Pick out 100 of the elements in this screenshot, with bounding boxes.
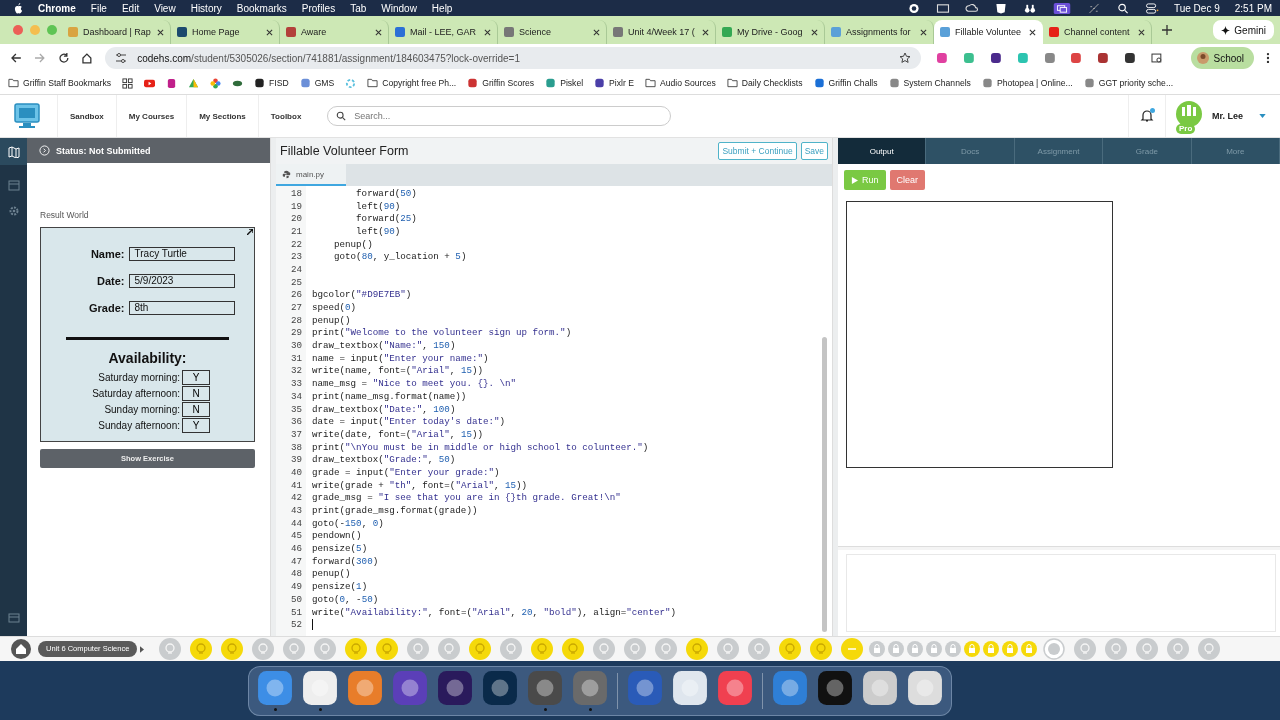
bookmark[interactable]: GMS <box>299 78 335 88</box>
browser-tab[interactable]: My Drive - Goog <box>716 20 825 44</box>
map-icon[interactable] <box>7 145 20 158</box>
menu-item[interactable]: Help <box>431 2 453 14</box>
nav-link[interactable]: Toolbox <box>257 95 314 137</box>
browser-tab[interactable]: Aware <box>280 20 389 44</box>
app-icon[interactable] <box>482 670 518 706</box>
address-field[interactable]: codehs.com/student/5305026/section/741881/assignment/184603475?lock-override=1 <box>105 47 922 69</box>
home-icon[interactable] <box>11 639 31 659</box>
lightbulb-icon[interactable] <box>345 638 368 660</box>
screen-mirroring-icon[interactable] <box>1052 2 1072 14</box>
bookmark[interactable]: Griffin Staff Bookmarks <box>8 78 112 88</box>
browser-tab[interactable]: Dashboard | Rap <box>62 20 171 44</box>
lightbulb-icon[interactable] <box>810 638 833 660</box>
reload-icon[interactable] <box>57 52 70 64</box>
bookmark[interactable]: Griffin Challs <box>813 78 878 88</box>
app-icon[interactable] <box>257 670 293 706</box>
lightbulb-icon[interactable] <box>779 638 802 660</box>
app-icon[interactable] <box>437 670 473 706</box>
output-tab[interactable]: Output <box>838 138 927 164</box>
app-icon[interactable] <box>672 670 708 706</box>
menu-item[interactable]: Tab <box>350 2 367 14</box>
app-icon[interactable] <box>302 670 338 706</box>
profile-button[interactable]: School <box>1190 47 1255 69</box>
more-icon[interactable] <box>1266 52 1271 64</box>
browser-tab[interactable]: Channel content <box>1043 20 1152 44</box>
browser-tab[interactable]: Home Page <box>171 20 280 44</box>
expand-icon[interactable] <box>247 229 253 235</box>
user-name[interactable]: Mr. Lee <box>1212 111 1243 121</box>
menu-app-name[interactable]: Chrome <box>38 2 76 14</box>
menu-item[interactable]: File <box>90 2 107 14</box>
lightbulb-icon[interactable] <box>221 638 244 660</box>
no-signal-icon[interactable] <box>1087 2 1101 14</box>
close-icon[interactable] <box>1029 28 1036 36</box>
menu-item[interactable]: Edit <box>121 2 140 14</box>
menu-item[interactable]: History <box>190 2 222 14</box>
bookmark[interactable]: Audio Sources <box>644 78 716 88</box>
tab-search-icon[interactable] <box>1150 52 1163 64</box>
app-icon[interactable] <box>862 670 898 706</box>
binoculars-icon[interactable] <box>1023 2 1037 14</box>
app-icon[interactable] <box>772 670 808 706</box>
home-icon[interactable] <box>81 52 94 64</box>
menu-item[interactable]: Profiles <box>301 2 336 14</box>
menu-item[interactable]: Window <box>381 2 417 14</box>
nav-link[interactable]: My Sections <box>186 95 258 137</box>
bookmark[interactable]: Pixlr E <box>594 78 634 88</box>
lightbulb-icon[interactable] <box>376 638 399 660</box>
app-icon[interactable] <box>717 670 753 706</box>
computer-logo-icon[interactable] <box>14 103 40 129</box>
bookmark[interactable]: System Channels <box>888 78 971 88</box>
new-tab-icon[interactable] <box>1162 25 1172 35</box>
close-icon[interactable] <box>157 28 164 36</box>
bookmark[interactable]: GGT priority sche... <box>1083 78 1174 88</box>
browser-tab[interactable]: Science <box>498 20 607 44</box>
nav-link[interactable]: Sandbox <box>57 95 116 137</box>
close-icon[interactable] <box>920 28 927 36</box>
app-icon[interactable] <box>817 670 853 706</box>
lightbulb-icon[interactable] <box>469 638 492 660</box>
control-center-icon[interactable] <box>1145 2 1159 14</box>
extension-icon[interactable] <box>1097 52 1109 64</box>
caret-icon[interactable] <box>1259 114 1266 118</box>
file-tab[interactable]: main.py <box>276 164 346 186</box>
panel-icon[interactable] <box>7 612 20 624</box>
cloud-icon[interactable] <box>965 2 979 14</box>
app-icon[interactable] <box>347 670 383 706</box>
browser-tab[interactable]: Mail - LEE, GAR <box>389 20 498 44</box>
site-settings-icon[interactable] <box>115 52 128 64</box>
back-icon[interactable] <box>10 52 22 64</box>
bookmark[interactable]: Griffin Scores <box>467 78 535 88</box>
close-icon[interactable] <box>266 28 273 36</box>
menu-date[interactable]: Tue Dec 9 <box>1174 2 1220 14</box>
apps-grid-icon[interactable] <box>122 77 134 89</box>
bookmark[interactable]: Copyright free Ph... <box>367 78 457 88</box>
menu-item[interactable]: View <box>154 2 176 14</box>
lightbulb-icon[interactable] <box>190 638 213 660</box>
close-icon[interactable] <box>375 28 382 36</box>
display-icon[interactable] <box>936 2 950 14</box>
triangle-icon[interactable] <box>188 77 200 89</box>
lightbulb-icon[interactable] <box>686 638 709 660</box>
swirl-icon[interactable] <box>345 77 357 89</box>
record-icon[interactable] <box>907 2 921 14</box>
bell-icon[interactable] <box>1140 109 1154 123</box>
calendar-icon[interactable] <box>7 179 20 191</box>
bookmark[interactable]: Piskel <box>545 78 584 88</box>
menu-time[interactable]: 2:51 PM <box>1234 2 1272 14</box>
lightbulb-icon[interactable] <box>531 638 554 660</box>
forward-icon[interactable] <box>33 52 46 64</box>
window-controls-icon[interactable] <box>12 24 58 36</box>
shield-icon[interactable] <box>994 2 1008 14</box>
bookmark[interactable]: Daily Checklists <box>726 78 803 88</box>
menu-item[interactable]: Bookmarks <box>236 2 287 14</box>
close-icon[interactable] <box>811 28 818 36</box>
gemini-button[interactable]: Gemini <box>1213 20 1274 40</box>
apple-icon[interactable] <box>14 2 23 14</box>
pinwheel-icon[interactable] <box>210 77 222 89</box>
app-icon[interactable] <box>572 670 608 706</box>
lightbulb-icon[interactable] <box>562 638 585 660</box>
bookmark[interactable]: Photopea | Online... <box>981 78 1073 88</box>
app-icon[interactable] <box>907 670 943 706</box>
scrollbar-thumb[interactable] <box>822 337 827 632</box>
